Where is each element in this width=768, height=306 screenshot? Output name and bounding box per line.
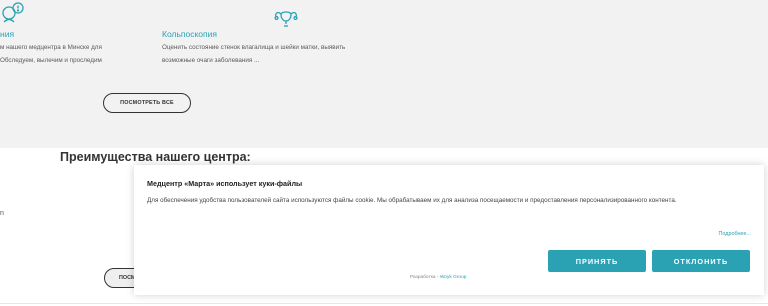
page: ния м нашего медцентра в Минске для Обсл… [0,0,768,306]
service-description-line: возможные очаги заболевания ... [162,56,260,64]
service-description-line: м нашего медцентра в Минске для [0,44,102,51]
cookie-banner-title: Медцентр «Марта» использует куки-файлы [147,179,303,188]
accept-cookies-button[interactable]: ПРИНЯТЬ [548,250,646,272]
consultation-icon [0,0,26,26]
developer-link[interactable]: Woyk Group [440,275,467,280]
service-description-line: Оценить состояние стенок влагалища и шей… [162,44,346,51]
service-description-line: Обследуем, вылечим и проследим [0,56,102,64]
service-description: Оценить состояние стенок влагалища и шей… [162,42,392,67]
decline-cookies-button[interactable]: ОТКЛОНИТЬ [652,250,750,272]
services-section: ния м нашего медцентра в Минске для Обсл… [0,0,768,148]
service-title[interactable]: Кольпоскопия [162,29,217,39]
divider [0,303,768,304]
view-all-button[interactable]: ПОСМОТРЕТЬ ВСЕ [103,93,191,113]
developer-credit-prefix: Разработка - [410,275,440,280]
cookie-banner-text: Для обеспечения удобства пользователей с… [147,197,677,204]
service-description: м нашего медцентра в Минске для Обследуе… [0,42,140,67]
cookie-consent-banner: Медцентр «Марта» использует куки-файлы Д… [134,165,764,295]
cookie-more-link[interactable]: Подробнее... [719,231,751,237]
uterus-icon [273,4,299,30]
advantage-text-fragment: n [0,210,4,217]
service-title[interactable]: ния [0,29,14,39]
advantages-heading: Преимущества нашего центра: [60,150,251,164]
developer-credit: Разработка - Woyk Group [410,275,466,280]
